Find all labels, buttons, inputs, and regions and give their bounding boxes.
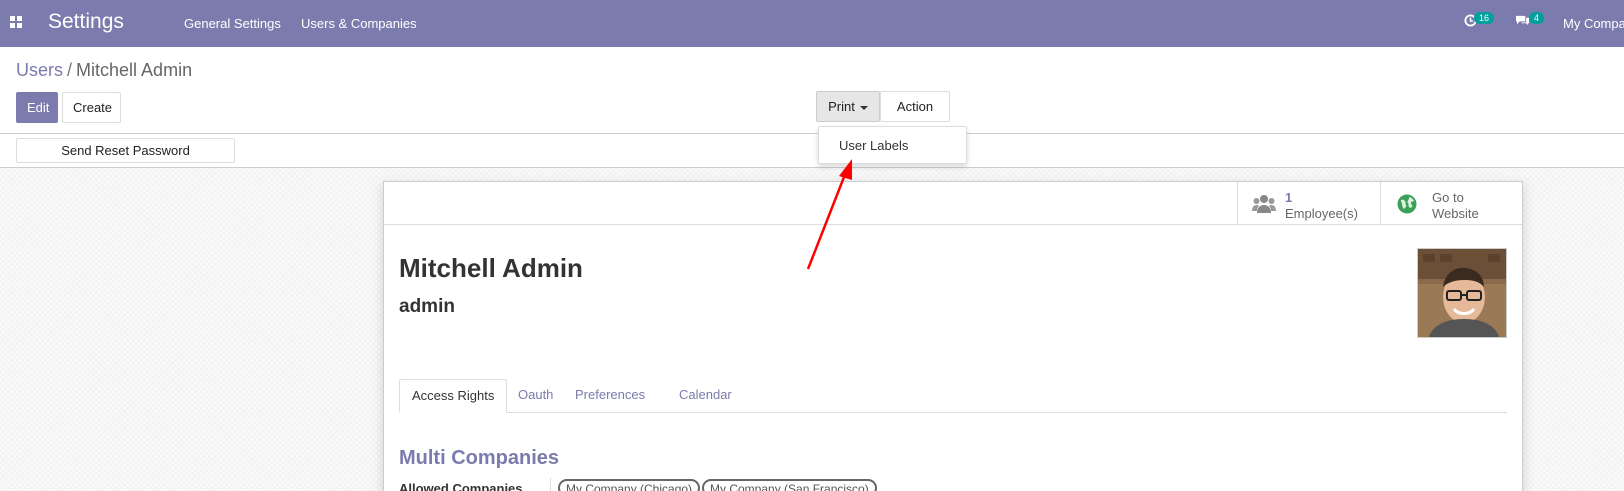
- send-reset-password-button[interactable]: Send Reset Password Instructions: [16, 138, 235, 181]
- breadcrumb-current: Mitchell Admin: [76, 60, 193, 80]
- messages-menu[interactable]: 4: [1515, 12, 1545, 30]
- edit-button[interactable]: Edit: [16, 92, 58, 123]
- tab-access-rights[interactable]: Access Rights: [399, 379, 508, 413]
- chevron-down-icon: [859, 105, 868, 110]
- action-dropdown-button[interactable]: Action: [880, 91, 950, 139]
- notebook-tabs: Access Rights Oauth Preferences Calendar: [399, 379, 1507, 413]
- tab-preferences[interactable]: Preferences: [563, 379, 657, 413]
- divider: [0, 133, 1624, 134]
- user-login: admin: [399, 296, 455, 317]
- employees-count: 1: [1285, 190, 1293, 205]
- field-divider: [550, 478, 551, 491]
- users-icon: [1252, 195, 1276, 213]
- website-label-line2: Website: [1432, 206, 1479, 221]
- form-sheet: 1 Employee(s) Go to Website Mitchell Adm…: [383, 181, 1523, 491]
- breadcrumb-separator: /: [67, 60, 73, 80]
- menu-general-settings[interactable]: General Settings: [184, 16, 281, 31]
- messages-badge: 4: [1529, 12, 1545, 24]
- allowed-companies-label: Allowed Companies: [399, 481, 523, 491]
- comments-icon: [1516, 15, 1529, 26]
- employees-label: Employee(s): [1285, 206, 1358, 221]
- breadcrumb-users-link[interactable]: Users: [16, 60, 63, 80]
- print-dropdown-button[interactable]: Print: [816, 91, 880, 122]
- company-tag[interactable]: My Company (San Francisco): [702, 479, 877, 491]
- employees-stat-button[interactable]: 1 Employee(s): [1237, 182, 1380, 225]
- breadcrumb: Users / Mitchell Admin: [16, 60, 192, 81]
- activity-menu[interactable]: 16: [1464, 12, 1495, 30]
- print-dropdown-menu: User Labels: [818, 126, 967, 164]
- print-label: Print: [828, 99, 855, 114]
- tab-oauth[interactable]: Oauth: [506, 379, 565, 413]
- create-button[interactable]: Create: [62, 92, 121, 123]
- app-title: Settings: [48, 10, 124, 33]
- menu-item-user-labels[interactable]: User Labels: [839, 138, 908, 153]
- user-name: Mitchell Admin: [399, 253, 583, 283]
- top-navbar: Settings General Settings Users & Compan…: [0, 0, 1624, 47]
- apps-menu-icon[interactable]: [10, 16, 23, 29]
- company-tag[interactable]: My Company (Chicago): [558, 479, 701, 491]
- user-avatar: [1417, 248, 1507, 338]
- company-switcher[interactable]: My Company: [1563, 16, 1624, 31]
- website-label-line1: Go to: [1432, 190, 1464, 205]
- globe-icon: [1397, 194, 1417, 214]
- multi-companies-heading: Multi Companies: [399, 447, 560, 469]
- tab-calendar[interactable]: Calendar: [667, 379, 744, 413]
- menu-users-companies[interactable]: Users & Companies: [301, 16, 417, 31]
- action-label: Action: [896, 99, 934, 114]
- button-box: 1 Employee(s) Go to Website: [384, 182, 1522, 225]
- go-to-website-button[interactable]: Go to Website: [1380, 182, 1523, 225]
- activity-badge: 16: [1474, 12, 1495, 24]
